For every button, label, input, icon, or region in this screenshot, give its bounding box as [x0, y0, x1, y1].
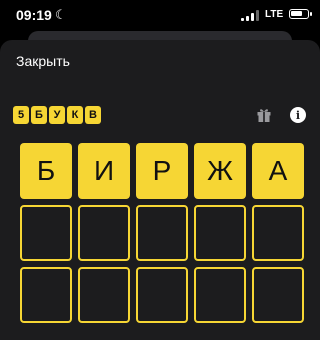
letter-tile: Б	[20, 143, 72, 199]
info-icon[interactable]: i	[290, 107, 306, 123]
badge-letter: К	[67, 106, 83, 124]
empty-tile	[20, 205, 72, 261]
moon-icon: ☾	[55, 7, 67, 22]
board-row: Б И Р Ж А	[20, 143, 304, 199]
empty-tile	[194, 267, 246, 323]
empty-tile	[78, 205, 130, 261]
close-button[interactable]: Закрыть	[16, 53, 70, 69]
empty-tile	[78, 267, 130, 323]
network-type: LTE	[265, 9, 284, 20]
empty-tile	[136, 267, 188, 323]
gift-icon[interactable]	[256, 107, 272, 123]
board-row	[20, 205, 304, 261]
empty-tile	[136, 205, 188, 261]
letter-tile: Р	[136, 143, 188, 199]
badge-letter: В	[85, 106, 101, 124]
badge-letter: У	[49, 106, 65, 124]
battery-icon	[289, 9, 312, 19]
empty-tile	[20, 267, 72, 323]
status-time: 09:19	[16, 7, 52, 23]
letter-tile: Ж	[194, 143, 246, 199]
badge-letter: 5	[13, 106, 29, 124]
empty-tile	[194, 205, 246, 261]
board-row	[20, 267, 304, 323]
word-length-badge: 5 Б У К В	[13, 106, 101, 124]
game-board: Б И Р Ж А	[20, 143, 304, 329]
letter-tile: И	[78, 143, 130, 199]
signal-icon	[241, 10, 259, 21]
letter-tile: А	[252, 143, 304, 199]
empty-tile	[252, 205, 304, 261]
empty-tile	[252, 267, 304, 323]
status-bar: 09:19 ☾ LTE	[0, 0, 320, 34]
badge-letter: Б	[31, 106, 47, 124]
